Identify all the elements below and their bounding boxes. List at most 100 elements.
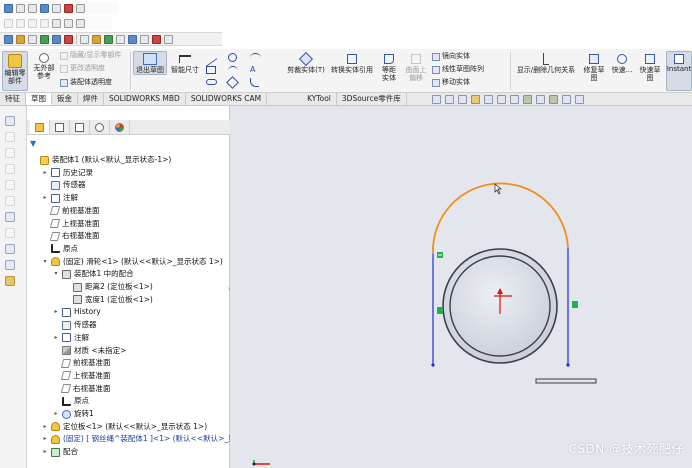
- tab-weldments[interactable]: 焊件: [78, 93, 104, 105]
- tree-toggle[interactable]: ▸: [42, 433, 48, 445]
- tab-features[interactable]: 特征: [0, 93, 26, 105]
- edit-appearance-icon[interactable]: [536, 95, 545, 104]
- line-tool-icon[interactable]: [4, 18, 13, 28]
- display-style-icon[interactable]: [128, 34, 137, 44]
- tree-item[interactable]: 上视基准面: [53, 370, 111, 382]
- settings-gear-icon[interactable]: [152, 34, 161, 44]
- scene-icon[interactable]: [104, 34, 113, 44]
- home-icon[interactable]: [4, 3, 13, 13]
- display-delete-relations-button[interactable]: 显示/删除几何关系: [513, 52, 579, 74]
- trim-entities-button[interactable]: 剪裁实体(T): [286, 51, 326, 74]
- dynamic-annotation-icon[interactable]: [484, 95, 493, 104]
- light-icon[interactable]: [92, 34, 101, 44]
- more-tools-icon[interactable]: [164, 34, 173, 44]
- dimension-tool-icon[interactable]: [16, 18, 25, 28]
- assembly-tools-icon[interactable]: [5, 116, 15, 126]
- text-tool-icon[interactable]: A: [250, 65, 255, 74]
- tree-item[interactable]: 装配体1 (默认<默认_显示状态-1>): [31, 154, 171, 166]
- display-style-icon[interactable]: [510, 95, 519, 104]
- print-icon[interactable]: [52, 3, 61, 13]
- tree-item[interactable]: 前视基准面: [53, 357, 111, 369]
- appearance-icon[interactable]: [40, 34, 49, 44]
- tree-item[interactable]: ▸ 注解: [42, 192, 78, 204]
- offset-on-surface-button[interactable]: 曲面上偏移: [403, 52, 429, 82]
- section-view-icon[interactable]: [140, 34, 149, 44]
- rapid-sketch-button[interactable]: 快速草图: [636, 52, 664, 82]
- tree-item[interactable]: 距离2 (定位板<1>): [64, 281, 153, 293]
- tree-toggle[interactable]: ▸: [42, 421, 48, 433]
- move-entities-button[interactable]: 移动实体: [432, 78, 470, 87]
- tree-toggle[interactable]: ▸: [42, 192, 48, 204]
- circle-icon[interactable]: [228, 53, 237, 62]
- tree-toggle[interactable]: ▸: [42, 167, 48, 179]
- endpoint-left-bottom[interactable]: [431, 363, 435, 367]
- tab-sketch[interactable]: 草图: [26, 93, 52, 105]
- camera-icon[interactable]: [116, 34, 125, 44]
- view-settings-icon[interactable]: [562, 95, 571, 104]
- tree-item[interactable]: 前视基准面: [42, 205, 100, 217]
- feature-tree-tab[interactable]: [30, 120, 50, 134]
- smart-fasteners-icon[interactable]: [5, 180, 15, 190]
- bill-of-materials-icon[interactable]: [5, 276, 15, 286]
- open-icon[interactable]: [28, 3, 37, 13]
- render-icon[interactable]: [64, 34, 73, 44]
- tree-item[interactable]: ▸ 配合: [42, 446, 78, 458]
- assembly-features-icon[interactable]: [5, 228, 15, 238]
- new-motion-study-icon[interactable]: [5, 260, 15, 270]
- hide-show-components-button[interactable]: 隐藏/显示零部件: [60, 51, 121, 60]
- zoom-icon[interactable]: [28, 34, 37, 44]
- zoom-area-icon[interactable]: [445, 95, 454, 104]
- convert-entities-button[interactable]: 转换实体引用: [328, 52, 376, 74]
- tree-item[interactable]: 上视基准面: [42, 218, 100, 230]
- tree-item[interactable]: 宽度1 (定位板<1>): [64, 294, 153, 306]
- tree-item[interactable]: ▸ 历史记录: [42, 167, 93, 179]
- assembly-transparency-button[interactable]: 装配体透明度: [60, 78, 112, 87]
- scale-tool-icon[interactable]: [76, 18, 85, 28]
- line-icon[interactable]: [206, 49, 217, 67]
- slot-icon[interactable]: [206, 79, 217, 85]
- linear-sketch-pattern-button[interactable]: 线性草图阵列: [432, 65, 484, 74]
- hide-show-items-icon[interactable]: [523, 95, 532, 104]
- insert-component-icon[interactable]: [5, 132, 15, 142]
- tree-item[interactable]: ▾ (固定) 滑轮<1> (默认<<默认>_显示状态 1>): [42, 256, 223, 268]
- no-external-ref-button[interactable]: 无外部参考: [30, 53, 58, 80]
- view-icon[interactable]: [52, 34, 61, 44]
- point-tool-icon[interactable]: [40, 18, 49, 28]
- rectangle-icon[interactable]: [206, 66, 216, 74]
- move-component-icon[interactable]: [5, 196, 15, 206]
- view-orientation-icon[interactable]: [497, 95, 506, 104]
- tree-toggle[interactable]: ▸: [53, 332, 59, 344]
- tree-toggle[interactable]: ▸: [53, 306, 59, 318]
- tab-sheet-metal[interactable]: 钣金: [52, 93, 78, 105]
- change-transparency-button[interactable]: 更改透明度: [60, 64, 105, 73]
- display-manager-tab[interactable]: [110, 120, 130, 134]
- tree-item[interactable]: 原点: [42, 243, 78, 255]
- repair-sketch-button[interactable]: 修复草图: [580, 52, 608, 82]
- customize-icon[interactable]: [76, 3, 85, 13]
- grid-tool-icon[interactable]: [64, 18, 73, 28]
- tree-item[interactable]: ▸ 定位板<1> (默认<<默认>_显示状态 1>): [42, 421, 207, 433]
- section-view-icon[interactable]: [471, 95, 480, 104]
- part-icon[interactable]: [16, 34, 25, 44]
- tree-toggle[interactable]: ▸: [42, 446, 48, 458]
- apply-scene-icon[interactable]: [549, 95, 558, 104]
- relation-badge-left[interactable]: [437, 307, 443, 314]
- tree-item[interactable]: ▾ 装配体1 中的配合: [53, 268, 134, 280]
- tab-solidworks-mbd[interactable]: SOLIDWORKS MBD: [104, 93, 186, 105]
- polygon-icon[interactable]: [226, 76, 239, 89]
- sketch-arc[interactable]: [432, 182, 569, 255]
- mirror-entities-button[interactable]: 镜向实体: [432, 52, 470, 61]
- assembly-icon[interactable]: [4, 34, 13, 44]
- tree-item[interactable]: 传感器: [53, 319, 97, 331]
- tree-toggle[interactable]: ▾: [42, 256, 48, 268]
- mate-icon[interactable]: [5, 148, 15, 158]
- tree-item[interactable]: ▸ (固定) [ 钢丝绳^装配体1 ]<1> (默认<<默认>_显: [42, 433, 236, 445]
- tree-item[interactable]: 传感器: [42, 179, 86, 191]
- edit-component-button[interactable]: 编辑零部件: [2, 51, 28, 91]
- instant-2d-button[interactable]: Instant: [666, 51, 692, 91]
- property-manager-tab[interactable]: [50, 120, 70, 134]
- previous-view-icon[interactable]: [458, 95, 467, 104]
- exit-sketch-button[interactable]: 退出草图: [133, 51, 167, 75]
- relation-badge-right[interactable]: [572, 301, 578, 308]
- tree-toggle[interactable]: ▸: [53, 408, 59, 420]
